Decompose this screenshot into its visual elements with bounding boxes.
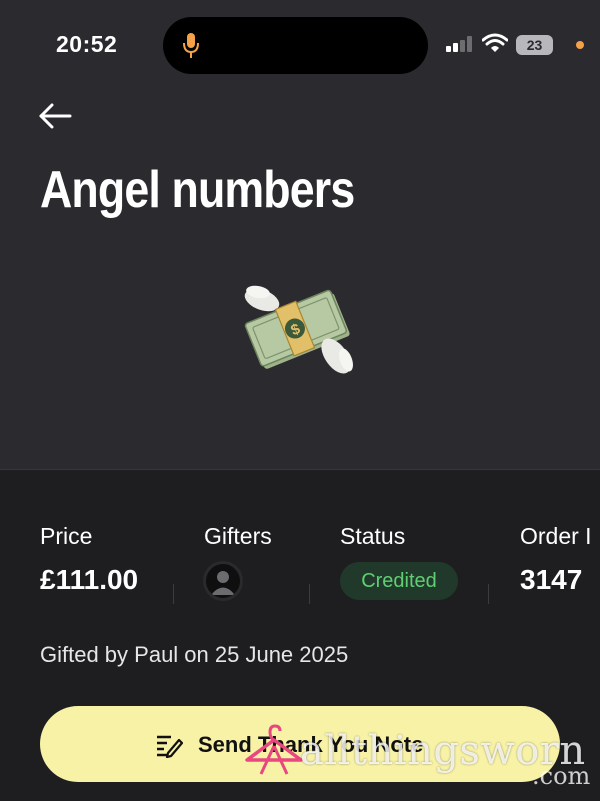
wifi-icon	[482, 33, 508, 52]
status-time: 20:52	[56, 31, 118, 57]
price-label: Price	[40, 523, 93, 549]
back-arrow-icon[interactable]	[38, 102, 72, 130]
page-title: Angel numbers	[40, 161, 355, 219]
gifter-avatar[interactable]	[203, 561, 243, 601]
microphone-icon	[183, 33, 199, 58]
order-id-value: 3147	[520, 564, 583, 595]
gifted-by-text: Gifted by Paul on 25 June 2025	[40, 642, 349, 667]
column-separator	[488, 584, 489, 604]
gift-detail-screen: 20:52 23 Angel numbers $ Price £111.00 G…	[0, 0, 600, 801]
default-avatar-icon	[211, 571, 235, 595]
money-with-wings-icon: $	[244, 285, 353, 374]
status-badge: Credited	[340, 562, 458, 600]
dynamic-island	[163, 17, 428, 74]
watermark-suffix: .com	[532, 762, 591, 790]
column-separator	[173, 584, 174, 604]
order-id-label: Order I	[520, 523, 592, 549]
write-note-icon	[157, 735, 183, 758]
battery-icon: 23	[516, 35, 553, 55]
hanger-icon	[245, 724, 303, 775]
status-label: Status	[340, 523, 406, 549]
column-separator	[309, 584, 310, 604]
gifters-label: Gifters	[204, 523, 272, 549]
divider	[0, 469, 600, 470]
cellular-signal-icon	[446, 36, 474, 52]
price-value: £111.00	[40, 564, 139, 595]
privacy-indicator-dot	[576, 41, 584, 49]
